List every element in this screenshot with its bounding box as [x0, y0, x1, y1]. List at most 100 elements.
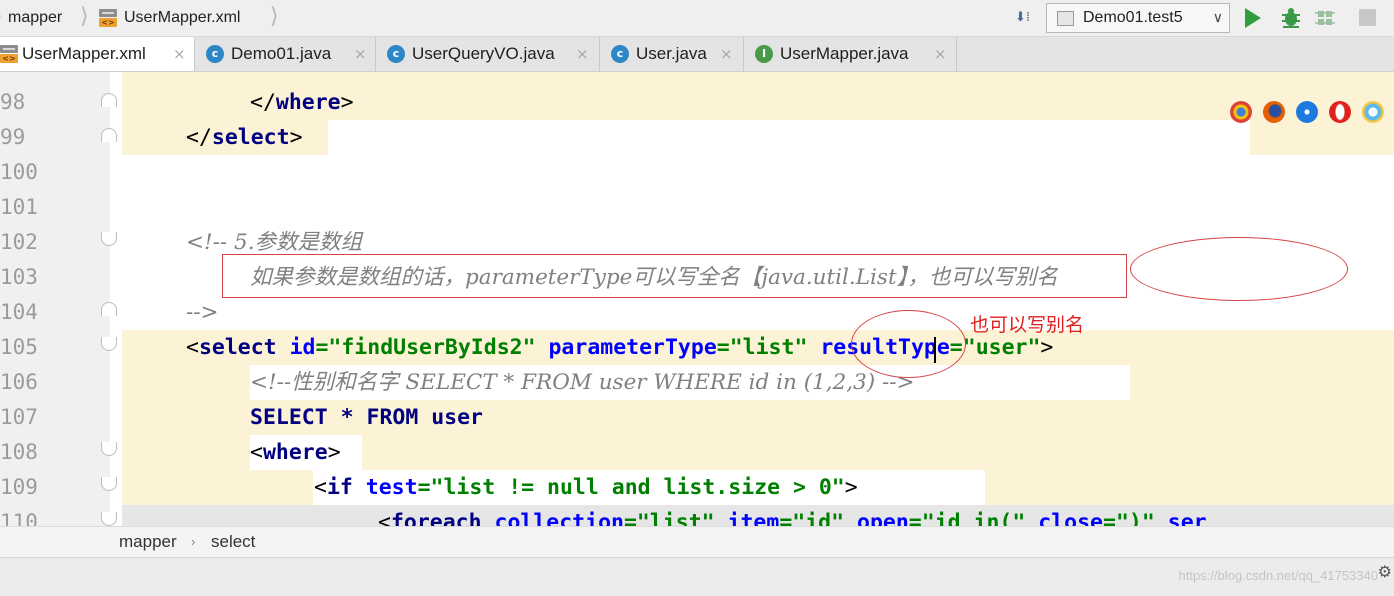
- fold-marker[interactable]: [101, 512, 117, 526]
- code-line-98: </where>: [250, 85, 354, 120]
- watermark: https://blog.csdn.net/qq_41753340: [1178, 568, 1379, 583]
- nav-crumb-mapper[interactable]: mapper: [8, 0, 62, 36]
- tab-demo01-java[interactable]: c Demo01.java ×: [195, 37, 376, 71]
- breadcrumb-select[interactable]: select: [211, 527, 255, 557]
- line-number: 106: [0, 370, 38, 394]
- tab-usermapper-java[interactable]: I UserMapper.java ×: [744, 37, 957, 71]
- xml-attr-name: parameterType: [548, 335, 717, 360]
- annotation-alias-note: 也可以写别名: [970, 314, 1085, 336]
- editor-tab-bar: <> UserMapper.xml × c Demo01.java × c Us…: [0, 37, 1394, 72]
- tab-label: Demo01.java: [231, 44, 332, 63]
- code-token: <: [314, 475, 327, 500]
- xml-attr-name: id: [289, 335, 316, 360]
- code-token: <: [186, 335, 199, 360]
- xml-attr-value: "list": [729, 335, 808, 360]
- opera-icon[interactable]: [1329, 101, 1351, 123]
- line-number: 103: [0, 265, 38, 289]
- code-line-104: -->: [186, 300, 219, 325]
- scope-highlight: [122, 72, 1394, 85]
- line-number: 100: [0, 160, 38, 184]
- fold-marker[interactable]: [101, 302, 117, 316]
- stop-button[interactable]: [1359, 9, 1376, 26]
- code-line-108: <where>: [250, 435, 341, 470]
- tab-label: UserMapper.java: [780, 44, 909, 63]
- code-token: >: [289, 125, 303, 150]
- close-icon[interactable]: ×: [934, 37, 947, 71]
- chevron-right-icon: ›: [191, 534, 196, 549]
- run-config-label: Demo01.test5: [1083, 9, 1183, 26]
- fold-marker[interactable]: [101, 93, 117, 107]
- tab-label: UserMapper.xml: [22, 44, 146, 63]
- tab-label: UserQueryVO.java: [412, 44, 555, 63]
- tab-userqueryvo-java[interactable]: c UserQueryVO.java ×: [376, 37, 600, 71]
- annotation-rectangle: [222, 254, 1127, 298]
- xml-attr-name: item: [727, 510, 780, 526]
- close-icon[interactable]: ×: [354, 37, 367, 71]
- java-class-icon: c: [611, 45, 629, 63]
- safari-icon[interactable]: [1296, 101, 1318, 123]
- line-number-gutter: 97 98 99 100 101 102 103 104 105 106 107…: [0, 72, 117, 526]
- gear-icon[interactable]: ⚙: [1378, 562, 1392, 581]
- xml-attr-value: "list != null and list.size > 0": [430, 475, 845, 500]
- internet-explorer-icon[interactable]: [1362, 101, 1384, 123]
- code-token: >: [340, 90, 354, 115]
- debug-bug-icon[interactable]: [1280, 7, 1302, 29]
- chevron-right-icon: ⟩: [0, 0, 3, 36]
- code-token: </: [186, 125, 212, 150]
- tab-usermapper-xml[interactable]: <> UserMapper.xml ×: [0, 37, 195, 71]
- line-number: 109: [0, 475, 38, 499]
- chrome-icon[interactable]: [1230, 101, 1252, 123]
- java-interface-icon: I: [755, 45, 773, 63]
- xml-attr-name: close: [1038, 510, 1103, 526]
- xml-tag-name: foreach: [390, 510, 482, 526]
- xml-attr-value: "list": [636, 510, 715, 526]
- xml-attr-value: "id": [792, 510, 845, 526]
- code-line-107: SELECT * FROM user: [250, 405, 483, 430]
- annotation-ellipse: [1130, 237, 1348, 301]
- xml-attr-name: test: [365, 475, 418, 500]
- code-token: >: [327, 440, 341, 465]
- code-editor[interactable]: 97 98 99 100 101 102 103 104 105 106 107…: [0, 72, 1394, 526]
- line-number: 107: [0, 405, 38, 429]
- line-number: 98: [0, 90, 26, 114]
- scope-highlight: [985, 470, 1394, 505]
- code-line-109: <if test="list != null and list.size > 0…: [314, 475, 858, 500]
- coverage-icon[interactable]: [1314, 7, 1336, 29]
- breadcrumb-mapper[interactable]: mapper: [119, 527, 177, 557]
- nav-crumb-file[interactable]: UserMapper.xml: [124, 0, 240, 36]
- run-button[interactable]: [1245, 8, 1261, 28]
- navigation-bar: ⟩ mapper ⟩ <> UserMapper.xml ⟩ ⬇︎⁞ Demo0…: [0, 0, 1394, 37]
- annotation-ellipse: [851, 310, 966, 378]
- fold-marker[interactable]: [101, 128, 117, 142]
- fold-marker[interactable]: [101, 442, 117, 456]
- structure-breadcrumb: mapper › select: [0, 526, 1394, 557]
- chevron-right-icon: ⟩: [270, 4, 279, 29]
- code-token: >: [1040, 335, 1054, 360]
- scope-highlight: [122, 470, 313, 505]
- code-token: <: [250, 440, 263, 465]
- close-icon[interactable]: ×: [576, 37, 589, 71]
- sort-icon[interactable]: ⬇︎⁞: [1015, 8, 1041, 28]
- xml-attr-value: "user": [962, 335, 1041, 360]
- run-config-select[interactable]: Demo01.test5 ∨: [1046, 3, 1230, 33]
- firefox-icon[interactable]: [1263, 101, 1285, 123]
- code-line-106: <!--性别和名字 SELECT * FROM user WHERE id in…: [250, 370, 915, 395]
- scope-highlight: [122, 435, 250, 470]
- fold-marker[interactable]: [101, 477, 117, 491]
- xml-tag-name: if: [326, 475, 353, 500]
- line-number: 108: [0, 440, 38, 464]
- line-number: 102: [0, 230, 38, 254]
- tab-user-java[interactable]: c User.java ×: [600, 37, 744, 71]
- fold-marker[interactable]: [101, 337, 117, 351]
- code-line-99: </select>: [186, 120, 303, 155]
- close-icon[interactable]: ×: [173, 37, 186, 71]
- scope-highlight: [362, 435, 1394, 470]
- code-line-110: <foreach collection="list" item="id" ope…: [378, 505, 1207, 526]
- close-icon[interactable]: ×: [720, 37, 733, 71]
- fold-marker[interactable]: [101, 232, 117, 246]
- xml-attr-value: "id in(": [921, 510, 1026, 526]
- line-number: 99: [0, 125, 26, 149]
- scope-highlight: [122, 365, 250, 400]
- code-token: <: [378, 510, 391, 526]
- scope-highlight: [1130, 365, 1394, 400]
